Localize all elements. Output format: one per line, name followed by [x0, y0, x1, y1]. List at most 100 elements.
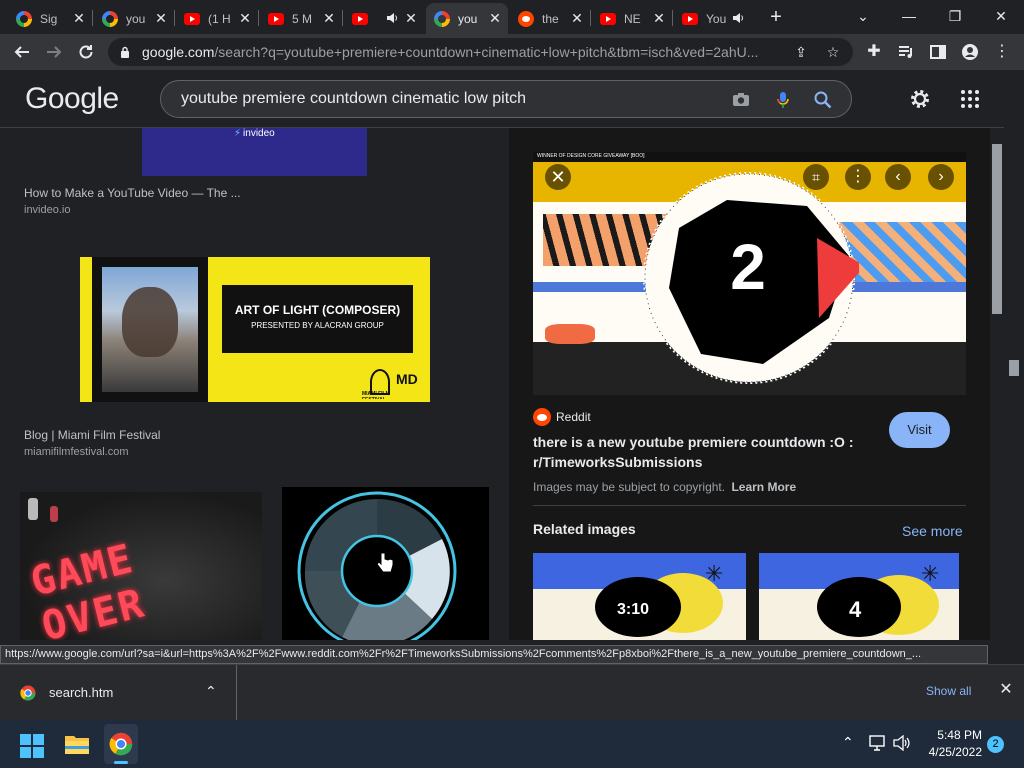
search-input[interactable]	[181, 89, 701, 109]
tab-close-icon[interactable]: ✕	[238, 11, 252, 25]
tab-close-icon[interactable]: ✕	[404, 11, 418, 25]
tab-4[interactable]: 5 M ✕	[260, 3, 342, 34]
clock-date[interactable]: 4/25/2022	[916, 745, 982, 759]
back-arrow-icon	[14, 46, 29, 58]
youtube-icon	[268, 11, 284, 27]
chrome-icon	[109, 732, 133, 756]
portrait-photo	[92, 257, 208, 402]
thumb-banner: ART OF LIGHT (COMPOSER) PRESENTED BY ALA…	[222, 285, 413, 353]
menu-kebab-icon[interactable]: ⋮	[990, 40, 1014, 64]
preview-prev-icon[interactable]: ‹	[885, 164, 911, 190]
search-icon[interactable]	[813, 90, 833, 110]
lock-icon	[121, 46, 129, 58]
preview-next-icon[interactable]: ›	[928, 164, 954, 190]
result-source[interactable]: invideo.io	[24, 204, 70, 216]
tab-active-search[interactable]: you ✕	[426, 3, 508, 34]
microphone-icon[interactable]	[773, 90, 793, 110]
address-bar[interactable]: google.com/search?q=youtube+premiere+cou…	[108, 38, 853, 66]
result-title[interactable]: Blog | Miami Film Festival	[24, 428, 160, 442]
network-icon[interactable]	[869, 735, 887, 751]
result-title[interactable]: How to Make a YouTube Video — The ...	[24, 186, 241, 200]
close-window-button[interactable]: ✕	[990, 6, 1012, 26]
see-more-link[interactable]: See more	[902, 523, 963, 539]
side-panel-icon[interactable]	[926, 40, 950, 64]
clock-time[interactable]: 5:48 PM	[916, 728, 982, 742]
tab-6-label: you	[458, 11, 478, 26]
download-item[interactable]: search.htm ⌃	[0, 665, 237, 720]
tab-search-chevron-icon[interactable]: ⌄	[852, 6, 874, 26]
close-shelf-icon[interactable]: ✕	[998, 682, 1014, 698]
reddit-icon	[518, 10, 534, 27]
tab-9-label: You	[706, 11, 727, 26]
tab-3-label: (1 H	[208, 11, 231, 26]
learn-more-link[interactable]: Learn More	[731, 480, 796, 494]
apps-grid-icon[interactable]	[959, 88, 981, 110]
result-thumbnail-ring-timer[interactable]	[282, 487, 489, 640]
extensions-icon[interactable]: ✚	[862, 40, 886, 64]
preview-close-icon[interactable]: ✕	[545, 164, 571, 190]
tab-5[interactable]: ✕	[344, 3, 424, 34]
search-box[interactable]	[160, 80, 852, 118]
tab-close-icon[interactable]: ✕	[488, 11, 502, 25]
preview-image[interactable]: WINNER OF DESIGN CORE GIVEAWAY [BOO] 2 ✕…	[533, 152, 966, 395]
panel-title[interactable]: there is a new youtube premiere countdow…	[533, 432, 878, 472]
tab-close-icon[interactable]: ✕	[570, 11, 584, 25]
show-all-link[interactable]: Show all	[926, 684, 971, 698]
related-label: 3:10	[617, 601, 650, 618]
tab-8[interactable]: NE ✕	[592, 3, 672, 34]
tray-overflow-chevron-icon[interactable]: ⌃	[842, 734, 854, 751]
google-header: Google	[0, 70, 1024, 128]
notification-badge[interactable]: 2	[987, 736, 1004, 753]
tab-9[interactable]: You	[674, 3, 754, 34]
chrome-file-icon	[20, 685, 36, 701]
back-button[interactable]	[10, 40, 34, 64]
related-thumbnail[interactable]: 4 ✳	[759, 553, 959, 640]
tab-3[interactable]: (1 H ✕	[176, 3, 258, 34]
forward-arrow-icon	[47, 46, 62, 58]
google-logo[interactable]: Google	[25, 82, 119, 116]
panel-source-name[interactable]: Reddit	[556, 410, 591, 424]
page-scrollbar[interactable]	[1004, 70, 1024, 640]
volume-icon[interactable]	[893, 735, 911, 751]
share-icon[interactable]: ⇪	[792, 43, 810, 61]
settings-gear-icon[interactable]	[909, 88, 931, 110]
result-thumbnail-game-over[interactable]: GAME OVER	[20, 492, 262, 640]
camera-icon[interactable]	[731, 90, 751, 110]
new-tab-button[interactable]: +	[766, 7, 786, 28]
game-over-text: GAME OVER	[26, 535, 150, 640]
file-explorer-icon[interactable]	[64, 732, 90, 756]
hand-cursor-icon	[376, 552, 394, 573]
tab-2[interactable]: you ✕	[94, 3, 174, 34]
restore-button[interactable]: ❐	[944, 6, 966, 26]
tab-close-icon[interactable]: ✕	[154, 11, 168, 25]
copyright-note: Images may be subject to copyright. Lear…	[533, 480, 796, 494]
tab-1[interactable]: Sig ✕	[8, 3, 92, 34]
tab-close-icon[interactable]: ✕	[322, 11, 336, 25]
tab-close-icon[interactable]: ✕	[652, 11, 666, 25]
result-thumbnail-invideo[interactable]: ⚡ invideo	[142, 128, 367, 176]
reload-button[interactable]	[74, 40, 98, 64]
side-panel-glyph-icon	[930, 45, 946, 59]
profile-avatar-icon[interactable]	[958, 40, 982, 64]
minimize-button[interactable]: —	[898, 6, 920, 26]
person-icon	[962, 44, 978, 60]
tab-close-icon[interactable]: ✕	[72, 11, 86, 25]
media-control-icon[interactable]	[894, 40, 918, 64]
related-thumbnail[interactable]: 3:10 ✳	[533, 553, 746, 640]
windows-start-icon[interactable]	[20, 734, 44, 758]
lens-search-icon[interactable]: ⌗	[803, 164, 829, 190]
tab-7[interactable]: the ✕	[510, 3, 590, 34]
panel-scrollbar[interactable]	[990, 128, 1004, 640]
forward-button[interactable]	[42, 40, 66, 64]
result-source[interactable]: miamifilmfestival.com	[24, 446, 129, 458]
tab-2-label: you	[126, 11, 146, 26]
invideo-thumb-text: invideo	[243, 128, 275, 139]
preview-caption: WINNER OF DESIGN CORE GIVEAWAY [BOO]	[537, 153, 645, 159]
preview-more-icon[interactable]: ⋮	[845, 164, 871, 190]
visit-button[interactable]: Visit	[889, 412, 950, 448]
tab-strip: Sig ✕ you ✕ (1 H ✕ 5 M ✕ ✕ you ✕ the ✕ N…	[0, 0, 1024, 34]
download-chevron-icon[interactable]: ⌃	[205, 683, 217, 700]
chrome-taskbar-button[interactable]	[104, 724, 138, 764]
result-thumbnail-miami[interactable]: ART OF LIGHT (COMPOSER) PRESENTED BY ALA…	[80, 257, 430, 402]
bookmark-star-icon[interactable]: ☆	[824, 43, 842, 61]
